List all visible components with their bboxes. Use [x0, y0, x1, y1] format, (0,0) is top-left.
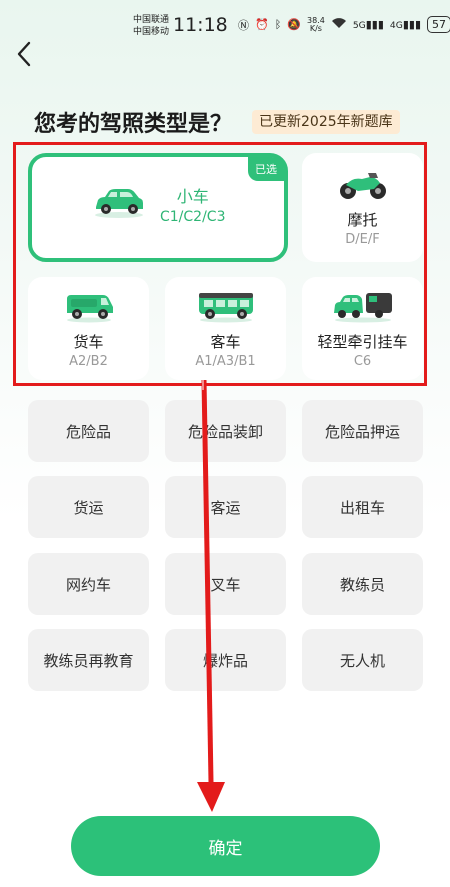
mute-icon: 🔕 [287, 18, 302, 31]
carrier-names: 中国联通 中国移动 [133, 15, 170, 37]
confirm-button[interactable]: 确定 [71, 816, 380, 876]
vehicle-license: A2/B2 [69, 353, 108, 369]
category-hazmat[interactable]: 危险品 [28, 400, 149, 462]
battery-icon: 57 [427, 16, 450, 33]
category-freight[interactable]: 货运 [28, 476, 149, 538]
bluetooth-icon: ᛒ [274, 18, 282, 31]
bus-icon [196, 289, 256, 327]
category-hazmat-escort[interactable]: 危险品押运 [302, 400, 423, 462]
category-explosives[interactable]: 爆炸品 [165, 629, 286, 691]
category-instructor-reeducation[interactable]: 教练员再教育 [28, 629, 149, 691]
vehicle-card-bus[interactable]: 客车 A1/A3/B1 [165, 277, 286, 380]
vehicle-name: 小车 [176, 187, 209, 206]
vehicle-card-motorcycle[interactable]: 摩托 D/E/F [302, 153, 423, 262]
vehicle-card-trailer[interactable]: 轻型牵引挂车 C6 [302, 277, 423, 380]
page-title: 您考的驾照类型是？ [34, 112, 233, 137]
vehicle-name: 轻型牵引挂车 [317, 332, 408, 351]
network-speed: 38.4 K/s [307, 15, 325, 33]
nfc-icon: Ⓝ [238, 18, 249, 32]
category-passenger[interactable]: 客运 [165, 476, 286, 538]
truck-icon [63, 289, 115, 327]
category-instructor[interactable]: 教练员 [302, 553, 423, 615]
trailer-icon [332, 289, 394, 327]
status-bar: 中国联通 中国移动 11:18 Ⓝ ⏰ ᛒ 🔕 38.4 K/s 5G▮▮▮ 4… [0, 0, 450, 50]
vehicle-license: C6 [353, 353, 372, 369]
category-hazmat-handling[interactable]: 危险品装卸 [165, 400, 286, 462]
signal-4g: 4G▮▮▮ [389, 18, 422, 31]
vehicle-card-truck[interactable]: 货车 A2/B2 [28, 277, 149, 380]
signal-5g: 5G▮▮▮ [352, 18, 384, 31]
vehicle-license: A1/A3/B1 [195, 353, 256, 369]
update-badge: 已更新2025年新题库 [252, 110, 400, 134]
vehicle-name: 客车 [210, 332, 241, 351]
vehicle-card-car[interactable]: 已选 小车 C1/C2/C3 [28, 153, 288, 262]
category-drone[interactable]: 无人机 [302, 629, 423, 691]
car-icon [92, 185, 146, 223]
vehicle-license: C1/C2/C3 [160, 209, 226, 225]
category-taxi[interactable]: 出租车 [302, 476, 423, 538]
category-ride-hailing[interactable]: 网约车 [28, 553, 149, 615]
selected-tag: 已选 [248, 157, 284, 181]
vehicle-name: 货车 [73, 332, 104, 351]
motorcycle-icon [338, 169, 388, 205]
alarm-icon: ⏰ [255, 18, 269, 31]
wifi-icon [331, 17, 347, 32]
vehicle-name: 摩托 [347, 210, 378, 229]
status-icons: Ⓝ ⏰ ᛒ 🔕 38.4 K/s 5G▮▮▮ 4G▮▮▮ 57 [238, 16, 450, 33]
vehicle-license: D/E/F [345, 231, 380, 247]
category-forklift[interactable]: 叉车 [165, 553, 286, 615]
chevron-left-icon[interactable] [14, 40, 44, 74]
clock: 11:18 [173, 14, 228, 36]
